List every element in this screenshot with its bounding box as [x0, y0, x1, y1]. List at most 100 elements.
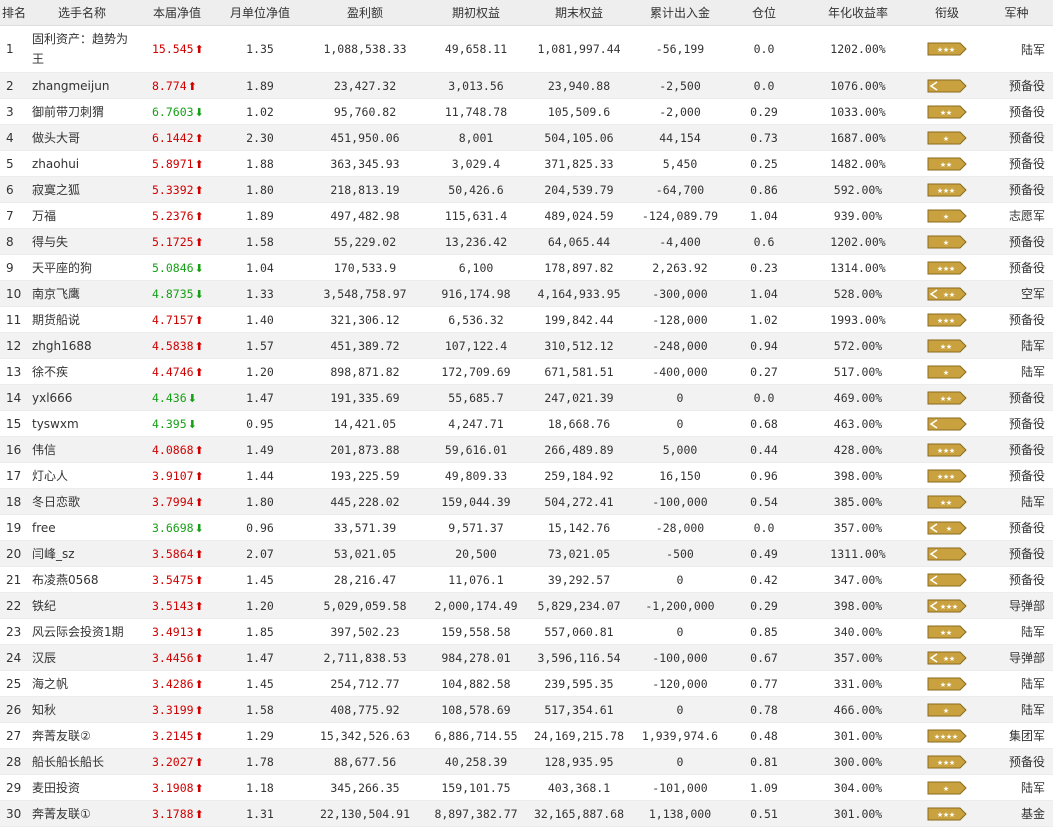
header-net-value[interactable]: 本届净值 [136, 0, 218, 26]
net-value-number: 3.1908 [152, 780, 194, 795]
player-name-link[interactable]: 布凌燕0568 [28, 566, 136, 593]
insignia: ★ ★ [914, 618, 980, 645]
net-value-number: 3.5475 [152, 572, 194, 587]
table-row: 10 南京飞鹰 4.8735⬇ 1.33 3,548,758.97 916,174.98 4… [0, 280, 1053, 307]
svg-text:★: ★ [943, 369, 949, 377]
net-flow: -56,199 [634, 25, 726, 73]
net-flow: -2,000 [634, 98, 726, 125]
monthly-nav: 1.02 [218, 98, 302, 125]
annual-return: 357.00% [802, 644, 914, 671]
arm: 预备役 [980, 306, 1053, 333]
header-player-name[interactable]: 选手名称 [28, 0, 136, 26]
player-name-link[interactable]: tyswxm [28, 410, 136, 437]
rank-cell: 16 [0, 436, 28, 463]
player-name-link[interactable]: 徐不疾 [28, 358, 136, 385]
position: 0.85 [726, 618, 802, 645]
player-name-link[interactable]: zhgh1688 [28, 332, 136, 359]
insignia: ★ ★ ★ [914, 592, 980, 619]
profit: 170,533.9 [302, 254, 428, 281]
rank-insignia-icon: ★ ★ ★ [927, 598, 967, 614]
header-net-flow[interactable]: 累计出入金 [634, 0, 726, 26]
start-equity: 40,258.39 [428, 748, 524, 775]
player-name-link[interactable]: 做头大哥 [28, 124, 136, 151]
arrow-up-icon: ⬆ [194, 183, 204, 197]
net-flow: -128,000 [634, 306, 726, 333]
start-equity: 3,013.56 [428, 72, 524, 99]
header-position[interactable]: 仓位 [726, 0, 802, 26]
end-equity: 239,595.35 [524, 670, 634, 697]
annual-return: 469.00% [802, 384, 914, 411]
arm: 预备役 [980, 384, 1053, 411]
player-name-link[interactable]: 御前带刀刺猬 [28, 98, 136, 125]
rank-insignia-icon: ★ ★ ★ [927, 312, 967, 328]
profit: 363,345.93 [302, 150, 428, 177]
start-equity: 6,100 [428, 254, 524, 281]
net-value-number: 3.3199 [152, 702, 194, 717]
insignia: ★ ★ [914, 98, 980, 125]
player-name-link[interactable]: 冬日恋歌 [28, 488, 136, 515]
player-name-link[interactable]: 寂寞之狐 [28, 176, 136, 203]
player-name-link[interactable]: 汉辰 [28, 644, 136, 671]
rank-cell: 15 [0, 410, 28, 437]
player-name-link[interactable]: yxl666 [28, 384, 136, 411]
player-name-link[interactable]: 天平座的狗 [28, 254, 136, 281]
net-value-number: 5.3392 [152, 182, 194, 197]
player-name-link[interactable]: 闫峰_sz [28, 540, 136, 567]
profit: 497,482.98 [302, 202, 428, 229]
profit: 1,088,538.33 [302, 25, 428, 73]
player-name-link[interactable]: 麦田投资 [28, 774, 136, 801]
end-equity: 3,596,116.54 [524, 644, 634, 671]
start-equity: 104,882.58 [428, 670, 524, 697]
profit: 14,421.05 [302, 410, 428, 437]
end-equity: 517,354.61 [524, 696, 634, 723]
table-row: 26 知秋 3.3199⬆ 1.58 408,775.92 108,578.69 517,3… [0, 696, 1053, 723]
player-name-link[interactable]: 奔菁友联② [28, 722, 136, 749]
player-name-link[interactable]: 得与失 [28, 228, 136, 255]
player-name-link[interactable]: 灯心人 [28, 462, 136, 489]
net-flow: -300,000 [634, 280, 726, 307]
annual-return: 347.00% [802, 566, 914, 593]
svg-text:★: ★ [943, 239, 949, 247]
player-name-link[interactable]: 伟信 [28, 436, 136, 463]
arm: 陆军 [980, 25, 1053, 73]
arm: 预备役 [980, 254, 1053, 281]
arm: 预备役 [980, 176, 1053, 203]
player-name-link[interactable]: 期货船说 [28, 306, 136, 333]
arm: 预备役 [980, 514, 1053, 541]
player-name-link[interactable]: zhaohui [28, 150, 136, 177]
svg-text:★: ★ [949, 46, 955, 54]
net-value: 4.0868⬆ [136, 436, 218, 463]
end-equity: 489,024.59 [524, 202, 634, 229]
player-name-link[interactable]: 万福 [28, 202, 136, 229]
rank-cell: 12 [0, 332, 28, 359]
net-value-number: 4.5838 [152, 338, 194, 353]
header-annual-return[interactable]: 年化收益率 [802, 0, 914, 26]
header-rank[interactable]: 排名 [0, 0, 28, 26]
player-name-link[interactable]: 固利资产：趋势为王 [28, 25, 136, 73]
player-name-link[interactable]: 铁纪 [28, 592, 136, 619]
net-value: 15.545⬆ [136, 25, 218, 73]
svg-text:★: ★ [952, 733, 958, 741]
header-start-equity[interactable]: 期初权益 [428, 0, 524, 26]
rank-insignia-icon: ★ ★ [927, 286, 967, 302]
player-name-link[interactable]: free [28, 514, 136, 541]
header-monthly-nav[interactable]: 月单位净值 [218, 0, 302, 26]
player-name-link[interactable]: zhangmeijun [28, 72, 136, 99]
player-name-link[interactable]: 南京飞鹰 [28, 280, 136, 307]
arm: 预备役 [980, 540, 1053, 567]
player-name-link[interactable]: 船长船长船长 [28, 748, 136, 775]
profit: 5,029,059.58 [302, 592, 428, 619]
player-name-link[interactable]: 知秋 [28, 696, 136, 723]
net-value: 5.8971⬆ [136, 150, 218, 177]
header-profit[interactable]: 盈利额 [302, 0, 428, 26]
svg-text:★: ★ [943, 785, 949, 793]
rank-insignia-icon: ★ [927, 780, 967, 796]
net-flow: -4,400 [634, 228, 726, 255]
arm: 预备役 [980, 124, 1053, 151]
player-name-link[interactable]: 风云际会投资1期 [28, 618, 136, 645]
net-value: 4.4746⬆ [136, 358, 218, 385]
player-name-link[interactable]: 海之帆 [28, 670, 136, 697]
monthly-nav: 1.80 [218, 176, 302, 203]
annual-return: 1314.00% [802, 254, 914, 281]
header-end-equity[interactable]: 期末权益 [524, 0, 634, 26]
